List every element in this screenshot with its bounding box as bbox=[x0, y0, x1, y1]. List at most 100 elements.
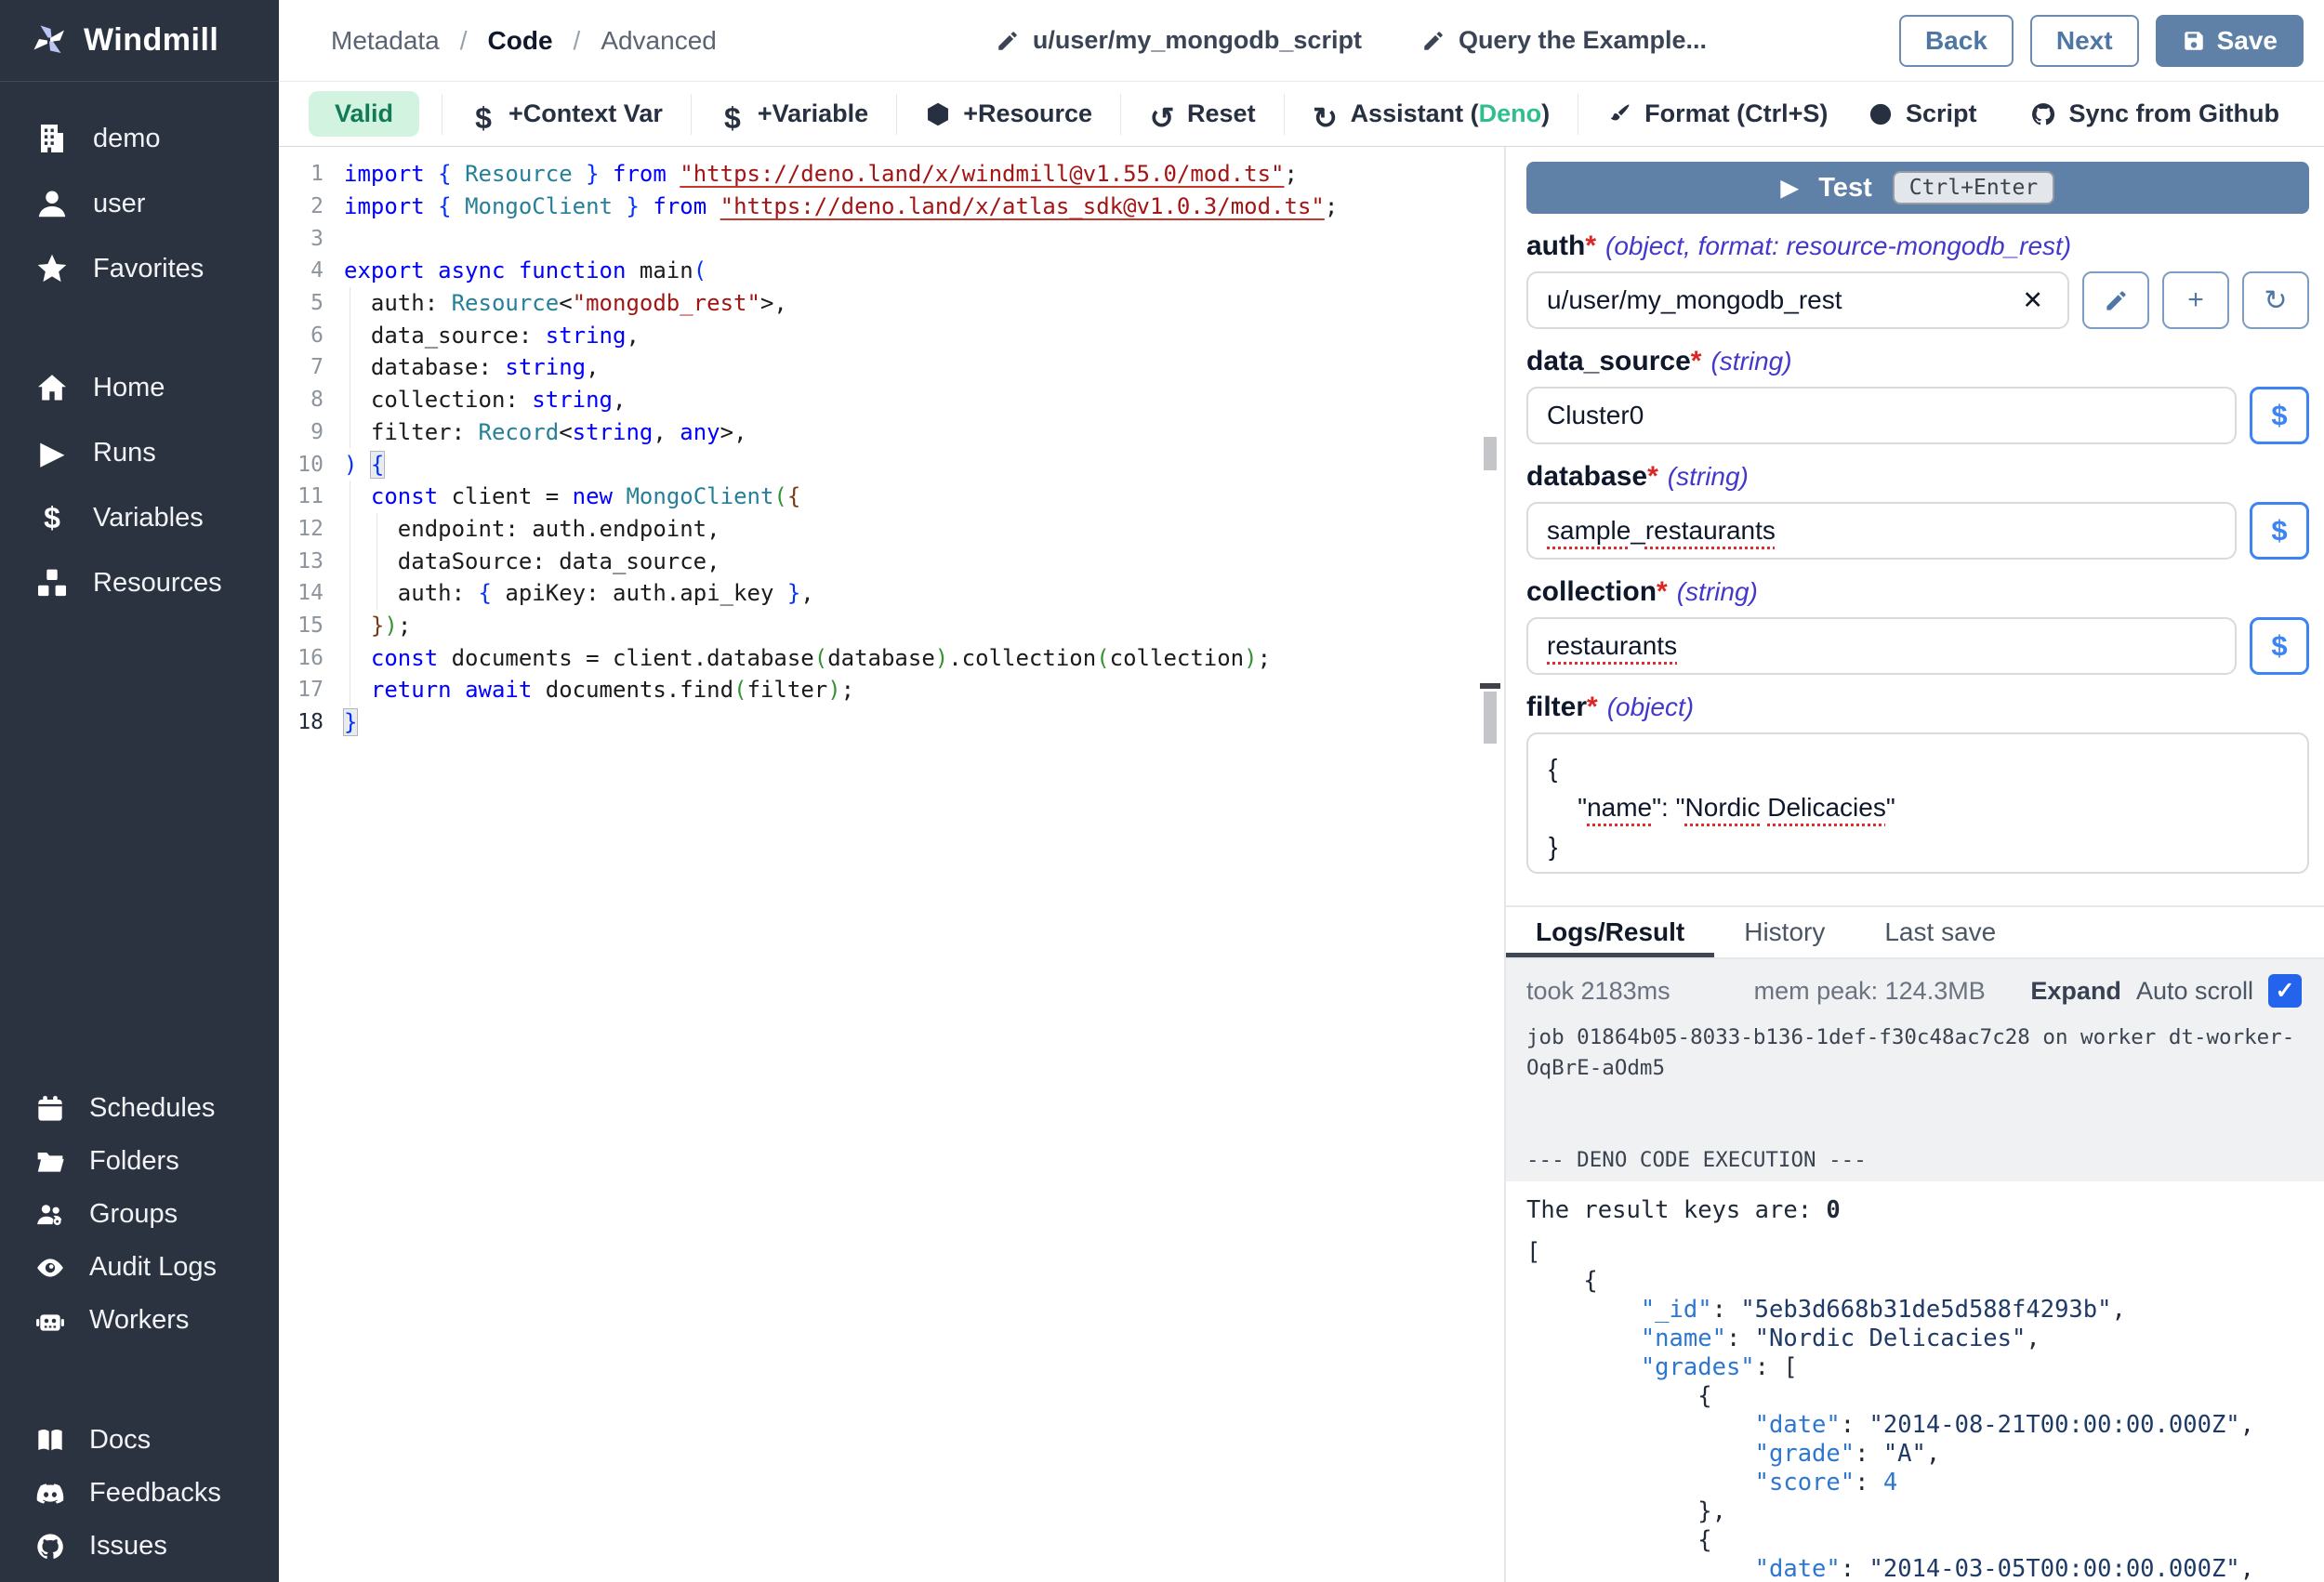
sidebar-item-favorites[interactable]: Favorites bbox=[0, 236, 279, 301]
toolbar-reset[interactable]: ↺Reset bbox=[1120, 94, 1284, 135]
windmill-logo-icon bbox=[28, 19, 73, 63]
insert-variable-button[interactable]: $ bbox=[2250, 617, 2309, 675]
play-icon: ▶ bbox=[35, 436, 69, 469]
insert-variable-button[interactable]: $ bbox=[2250, 387, 2309, 444]
editor-scrollbar-thumb[interactable] bbox=[1484, 437, 1497, 470]
save-button[interactable]: Save bbox=[2156, 15, 2304, 67]
sidebar-item-resources[interactable]: Resources bbox=[0, 550, 279, 615]
code-line-16: 16 const documents = client.database(dat… bbox=[279, 641, 1504, 674]
mem-stat: mem peak: 124.3MB bbox=[1754, 977, 1986, 1006]
users-icon bbox=[35, 1200, 65, 1230]
eye-icon bbox=[35, 1253, 65, 1283]
target-icon bbox=[1868, 101, 1894, 127]
calendar-icon bbox=[35, 1094, 65, 1124]
editor-scrollbar-thumb[interactable] bbox=[1484, 692, 1497, 744]
plus-button[interactable]: + bbox=[2162, 271, 2229, 329]
code-line-1: 1import { Resource } from "https://deno.… bbox=[279, 158, 1504, 191]
result-json: [ { "_id": "5eb3d668b31de5d588f4293b", "… bbox=[1526, 1238, 2324, 1582]
sidebar-item-demo[interactable]: demo bbox=[0, 106, 279, 171]
code-line-5: 5 auth: Resource<"mongodb_rest">, bbox=[279, 287, 1504, 320]
test-button[interactable]: ▶ Test Ctrl+Enter bbox=[1526, 162, 2309, 214]
code-line-6: 6 data_source: string, bbox=[279, 319, 1504, 351]
database-input[interactable]: sample_restaurants bbox=[1526, 502, 2237, 560]
insert-variable-button[interactable]: $ bbox=[2250, 502, 2309, 560]
script-summary-edit[interactable]: Query the Example... bbox=[1421, 26, 1707, 55]
collection-input[interactable]: restaurants bbox=[1526, 617, 2237, 675]
log-output: job 01864b05-8033-b136-1def-f30c48ac7c28… bbox=[1526, 1022, 2302, 1176]
logo-row[interactable]: Windmill bbox=[0, 0, 279, 82]
script-path-edit[interactable]: u/user/my_mongodb_script bbox=[996, 26, 1362, 55]
star-icon bbox=[35, 252, 69, 285]
sidebar-item-audit-logs[interactable]: Audit Logs bbox=[0, 1241, 279, 1294]
sidebar-item-docs[interactable]: Docs bbox=[0, 1414, 279, 1467]
result-area[interactable]: The result keys are: 0 [ { "_id": "5eb3d… bbox=[1506, 1181, 2324, 1582]
pencil-button[interactable] bbox=[2082, 271, 2149, 329]
home-icon bbox=[35, 371, 69, 404]
toolbar-sync-from-github[interactable]: Sync from Github bbox=[2030, 94, 2279, 135]
toolbar-variable[interactable]: $+Variable bbox=[691, 94, 896, 135]
sidebar-item-issues[interactable]: Issues bbox=[0, 1520, 279, 1573]
tab-metadata[interactable]: Metadata bbox=[331, 26, 440, 56]
script-identity: u/user/my_mongodb_script Query the Examp… bbox=[996, 26, 1707, 55]
sidebar-item-folders[interactable]: Folders bbox=[0, 1135, 279, 1188]
github-icon bbox=[2030, 101, 2056, 127]
code-line-12: 12 endpoint: auth.endpoint, bbox=[279, 513, 1504, 546]
next-button[interactable]: Next bbox=[2030, 15, 2139, 67]
sidebar-workspace-group: demouserFavorites bbox=[0, 106, 279, 301]
data_source-input[interactable]: Cluster0 bbox=[1526, 387, 2237, 444]
folder-icon bbox=[35, 1147, 65, 1177]
filter-json-editor[interactable]: { "name": "Nordic Delicacies"} bbox=[1526, 732, 2309, 874]
valid-badge: Valid bbox=[309, 91, 419, 137]
tab-advanced[interactable]: Advanced bbox=[601, 26, 717, 56]
clear-icon[interactable]: ✕ bbox=[2016, 286, 2049, 315]
code-line-17: 17 return await documents.find(filter); bbox=[279, 674, 1504, 706]
sidebar-item-variables[interactable]: $Variables bbox=[0, 485, 279, 550]
code-line-11: 11 const client = new MongoClient({ bbox=[279, 481, 1504, 513]
sidebar-item-home[interactable]: Home bbox=[0, 355, 279, 420]
log-area[interactable]: took 2183ms mem peak: 124.3MB Expand Aut… bbox=[1506, 959, 2324, 1181]
breadcrumb: Metadata/Code/Advanced bbox=[331, 26, 717, 56]
discord-icon bbox=[35, 1479, 65, 1509]
building-icon bbox=[35, 122, 69, 155]
result-headline: The result keys are: 0 bbox=[1526, 1196, 2324, 1225]
auth-input[interactable]: u/user/my_mongodb_rest✕ bbox=[1526, 271, 2069, 329]
pencil-icon bbox=[2104, 288, 2129, 313]
args-form: ▶ Test Ctrl+Enter auth*(object, format: … bbox=[1506, 147, 2324, 890]
tab-history[interactable]: History bbox=[1714, 907, 1855, 957]
tab-code[interactable]: Code bbox=[488, 26, 553, 56]
dollar-icon: $ bbox=[720, 101, 746, 127]
test-shortcut-kbd: Ctrl+Enter bbox=[1893, 171, 2054, 204]
sidebar-item-workers[interactable]: Workers bbox=[0, 1294, 279, 1347]
brand-name: Windmill bbox=[84, 22, 218, 59]
sidebar-item-feedbacks[interactable]: Feedbacks bbox=[0, 1467, 279, 1520]
sidebar-admin-group: SchedulesFoldersGroupsAudit LogsWorkers bbox=[0, 1082, 279, 1347]
toolbar-right-items: Script Sync from Github bbox=[1868, 94, 2324, 135]
tab-logs-result[interactable]: Logs/Result bbox=[1506, 907, 1714, 957]
pencil-icon bbox=[996, 29, 1020, 53]
took-stat: took 2183ms bbox=[1526, 977, 1670, 1006]
field-database: database*(string)sample_restaurants$ bbox=[1526, 461, 2309, 560]
toolbar-assistant-deno[interactable]: ↻Assistant (Deno) bbox=[1284, 94, 1578, 135]
script-path: u/user/my_mongodb_script bbox=[1033, 26, 1362, 55]
sidebar-item-groups[interactable]: Groups bbox=[0, 1188, 279, 1241]
toolbar-format-ctrl-s[interactable]: Format (Ctrl+S) bbox=[1578, 94, 1855, 135]
autoscroll-checkbox[interactable]: ✓ bbox=[2268, 974, 2302, 1008]
toolbar-resource[interactable]: +Resource bbox=[896, 94, 1120, 135]
code-editor[interactable]: 1import { Resource } from "https://deno.… bbox=[279, 147, 1504, 1582]
sidebar-item-runs[interactable]: ▶Runs bbox=[0, 420, 279, 485]
back-button[interactable]: Back bbox=[1899, 15, 2014, 67]
expand-button[interactable]: Expand bbox=[2030, 977, 2121, 1006]
tab-last-save[interactable]: Last save bbox=[1855, 907, 2026, 957]
sidebar-footer-group: DocsFeedbacksIssues bbox=[0, 1414, 279, 1573]
github-icon bbox=[35, 1532, 65, 1562]
dollar-icon: $ bbox=[35, 501, 69, 534]
content-row: 1import { Resource } from "https://deno.… bbox=[279, 147, 2324, 1582]
floppy-icon bbox=[2182, 29, 2206, 53]
refresh-button[interactable]: ↻ bbox=[2242, 271, 2309, 329]
toolbar-context-var[interactable]: $+Context Var bbox=[442, 94, 691, 135]
field-collection: collection*(string)restaurants$ bbox=[1526, 576, 2309, 675]
script-summary: Query the Example... bbox=[1459, 26, 1707, 55]
toolbar-script[interactable]: Script bbox=[1868, 94, 1977, 135]
sidebar-item-user[interactable]: user bbox=[0, 171, 279, 236]
sidebar-item-schedules[interactable]: Schedules bbox=[0, 1082, 279, 1135]
